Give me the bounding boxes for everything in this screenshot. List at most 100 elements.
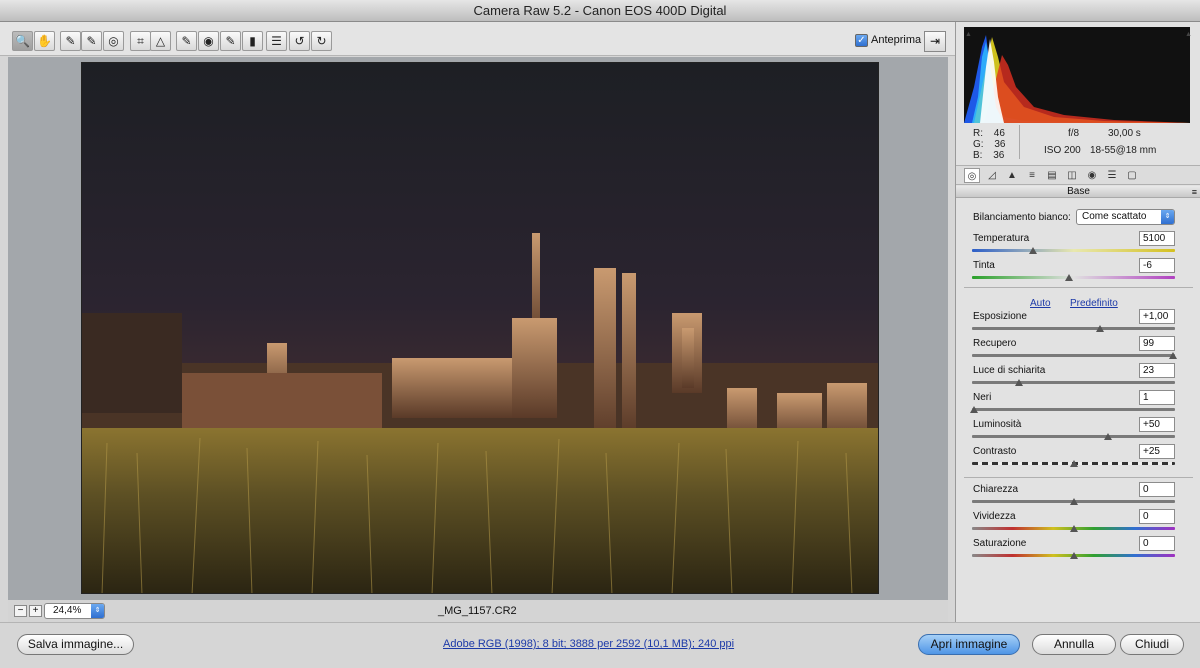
- histogram: [964, 27, 1190, 123]
- workflow-options-link[interactable]: Adobe RGB (1998); 8 bit; 3888 per 2592 (…: [443, 638, 734, 650]
- zoom-in-button[interactable]: +: [29, 605, 42, 617]
- lens-corrections-icon[interactable]: ◫: [1064, 168, 1080, 183]
- straighten-tool-icon[interactable]: △: [150, 31, 171, 51]
- luminosita-label: Luminosità: [973, 419, 1022, 430]
- color-sampler-tool-icon[interactable]: ✎: [81, 31, 102, 51]
- targeted-adjustment-tool-icon[interactable]: ◎: [103, 31, 124, 51]
- luce-schiarita-slider-track[interactable]: [972, 381, 1175, 384]
- zoom-tool-icon[interactable]: 🔍: [12, 31, 33, 51]
- rotate-cw-tool-icon[interactable]: ↻: [311, 31, 332, 51]
- tinta-slider-thumb[interactable]: [1065, 274, 1073, 281]
- esposizione-value-field[interactable]: +1,00: [1139, 309, 1175, 324]
- preview-label: Anteprima: [871, 34, 922, 46]
- luce-schiarita-label: Luce di schiarita: [973, 365, 1046, 376]
- tone-curve-icon[interactable]: ◿: [984, 168, 1000, 183]
- contrasto-value-field[interactable]: +25: [1139, 444, 1175, 459]
- tinta-label: Tinta: [973, 260, 995, 271]
- contrasto-slider-thumb[interactable]: [1070, 460, 1078, 467]
- bottom-bar: Salva immagine... Adobe RGB (1998); 8 bi…: [0, 622, 1200, 668]
- open-image-button[interactable]: Apri immagine: [918, 634, 1020, 655]
- file-name: _MG_1157.CR2: [438, 605, 517, 617]
- temperatura-slider-thumb[interactable]: [1029, 247, 1037, 254]
- status-bar: − + 24,4% ⇕ _MG_1157.CR2: [8, 600, 948, 622]
- temperatura-value-field[interactable]: 5100: [1139, 231, 1175, 246]
- shutter-readout: 30,00 s: [1108, 128, 1141, 139]
- luce-schiarita-slider-thumb[interactable]: [1015, 379, 1023, 386]
- panel-header: Base ≡: [956, 186, 1200, 198]
- temperatura-slider-track[interactable]: [972, 249, 1175, 252]
- tinta-value-field[interactable]: -6: [1139, 258, 1175, 273]
- close-button[interactable]: Chiudi: [1120, 634, 1184, 655]
- vividezza-value-field[interactable]: 0: [1139, 509, 1175, 524]
- preview-checkbox[interactable]: ✓: [855, 34, 868, 47]
- chiarezza-slider-thumb[interactable]: [1070, 498, 1078, 505]
- iso-readout: ISO 200: [1044, 145, 1081, 156]
- save-image-button[interactable]: Salva immagine...: [17, 634, 134, 655]
- divider: [964, 287, 1193, 288]
- luminosita-slider-thumb[interactable]: [1104, 433, 1112, 440]
- hsl-icon[interactable]: ≡: [1024, 168, 1040, 183]
- presets-icon[interactable]: ☰: [1104, 168, 1120, 183]
- luce-schiarita-value-field[interactable]: 23: [1139, 363, 1175, 378]
- saturazione-label: Saturazione: [973, 538, 1027, 549]
- white-balance-label: Bilanciamento bianco:: [973, 212, 1071, 223]
- white-balance-tool-icon[interactable]: ✎: [60, 31, 81, 51]
- highlight-clipping-icon[interactable]: ▲: [1184, 30, 1193, 39]
- panel-tabs: ◎ ◿ ▲ ≡ ▤ ◫ ◉ ☰ ▢: [956, 165, 1200, 185]
- default-link[interactable]: Predefinito: [1070, 298, 1118, 309]
- divider: [964, 477, 1193, 478]
- temperatura-label: Temperatura: [973, 233, 1030, 244]
- right-panel: ▲ ▲ R: 46 G: 36 B: 36 f/8 30,00 s ISO 20…: [955, 22, 1200, 622]
- hand-tool-icon[interactable]: ✋: [34, 31, 55, 51]
- detail-icon[interactable]: ▲: [1004, 168, 1020, 183]
- snapshots-icon[interactable]: ▢: [1124, 168, 1140, 183]
- graduated-filter-tool-icon[interactable]: ▮: [242, 31, 263, 51]
- recupero-label: Recupero: [973, 338, 1017, 349]
- adjustment-brush-tool-icon[interactable]: ✎: [220, 31, 241, 51]
- esposizione-label: Esposizione: [973, 311, 1027, 322]
- recupero-value-field[interactable]: 99: [1139, 336, 1175, 351]
- neri-slider-thumb[interactable]: [970, 406, 978, 413]
- saturazione-value-field[interactable]: 0: [1139, 536, 1175, 551]
- fullscreen-toggle-icon[interactable]: ⇥: [924, 31, 946, 52]
- crop-tool-icon[interactable]: ⌗: [130, 31, 151, 51]
- camera-calibration-icon[interactable]: ◉: [1084, 168, 1100, 183]
- luminosita-value-field[interactable]: +50: [1139, 417, 1175, 432]
- vividezza-label: Vividezza: [973, 511, 1016, 522]
- rgb-readout: R: 46 G: 36 B: 36: [973, 128, 1006, 161]
- preview-image[interactable]: [81, 62, 879, 594]
- esposizione-slider-thumb[interactable]: [1096, 325, 1104, 332]
- basic-icon[interactable]: ◎: [964, 168, 980, 183]
- contrasto-label: Contrasto: [973, 446, 1017, 457]
- esposizione-slider-track[interactable]: [972, 327, 1175, 330]
- red-eye-tool-icon[interactable]: ◉: [198, 31, 219, 51]
- neri-slider-track[interactable]: [972, 408, 1175, 411]
- split-toning-icon[interactable]: ▤: [1044, 168, 1060, 183]
- preferences-tool-icon[interactable]: ☰: [266, 31, 287, 51]
- cancel-button[interactable]: Annulla: [1032, 634, 1116, 655]
- luminosita-slider-track[interactable]: [972, 435, 1175, 438]
- vividezza-slider-thumb[interactable]: [1070, 525, 1078, 532]
- toolbar: 🔍 ✋ ✎ ✎ ◎ ⌗ △ ✎ ◉ ✎ ▮ ☰ ↺ ↻ ✓ Anteprima ⇥: [0, 22, 955, 56]
- shadow-clipping-icon[interactable]: ▲: [964, 30, 973, 39]
- neri-value-field[interactable]: 1: [1139, 390, 1175, 405]
- saturazione-slider-thumb[interactable]: [1070, 552, 1078, 559]
- auto-link[interactable]: Auto: [1030, 298, 1051, 309]
- zoom-out-button[interactable]: −: [14, 605, 27, 617]
- chevron-updown-icon: ⇕: [91, 604, 104, 618]
- zoom-value: 24,4%: [53, 605, 82, 616]
- chiarezza-label: Chiarezza: [973, 484, 1019, 495]
- aperture-readout: f/8: [1068, 128, 1080, 139]
- spot-removal-tool-icon[interactable]: ✎: [176, 31, 197, 51]
- chiarezza-value-field[interactable]: 0: [1139, 482, 1175, 497]
- recupero-slider-track[interactable]: [972, 354, 1175, 357]
- lens-readout: 18-55@18 mm: [1090, 145, 1157, 156]
- zoom-select[interactable]: 24,4% ⇕: [44, 603, 105, 619]
- chevron-updown-icon: ⇕: [1161, 210, 1174, 224]
- panel-menu-icon[interactable]: ≡: [1192, 186, 1197, 198]
- window-title: Camera Raw 5.2 - Canon EOS 400D Digital: [0, 0, 1200, 22]
- white-balance-select[interactable]: Come scattato ⇕: [1076, 209, 1175, 225]
- recupero-slider-thumb[interactable]: [1169, 352, 1177, 359]
- rotate-ccw-tool-icon[interactable]: ↺: [289, 31, 310, 51]
- tinta-slider-track[interactable]: [972, 276, 1175, 279]
